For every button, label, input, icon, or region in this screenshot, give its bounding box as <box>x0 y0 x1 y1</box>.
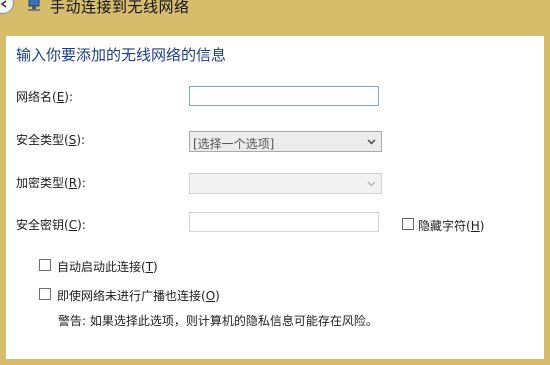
network-name-label: 网络名(E): <box>16 90 74 104</box>
security-type-label: 安全类型(S): <box>16 133 86 147</box>
privacy-warning-text: 警告: 如果选择此选项，则计算机的隐私信息可能存在风险。 <box>58 314 378 328</box>
page-heading: 输入你要添加的无线网络的信息 <box>16 46 227 64</box>
back-arrow-icon <box>0 0 7 8</box>
connect-hidden-network-label[interactable]: 即使网络未进行广播也连接(O) <box>57 287 220 304</box>
auto-connect-checkbox[interactable] <box>39 259 51 271</box>
security-type-value: [选择一个选项] <box>193 137 275 151</box>
chevron-down-icon <box>367 181 376 187</box>
title-bar: 手动连接到无线网络 <box>0 0 550 36</box>
security-type-select[interactable]: [选择一个选项] <box>189 131 382 152</box>
auto-connect-label[interactable]: 自动启动此连接(T) <box>57 258 158 275</box>
window-title: 手动连接到无线网络 <box>50 0 190 16</box>
security-key-input[interactable] <box>189 212 379 232</box>
encryption-type-select[interactable] <box>189 173 382 194</box>
hide-characters-checkbox[interactable] <box>402 218 414 230</box>
encryption-type-label: 加密类型(R): <box>16 176 86 190</box>
network-name-input[interactable] <box>189 86 379 106</box>
dialog-content: 输入你要添加的无线网络的信息 网络名(E): 安全类型(S): [选择一个选项]… <box>6 36 544 359</box>
hide-characters-label[interactable]: 隐藏字符(H) <box>418 217 484 234</box>
connect-hidden-network-checkbox[interactable] <box>39 288 51 300</box>
security-key-label: 安全密钥(C): <box>16 218 86 232</box>
wireless-network-icon <box>28 0 40 11</box>
back-button[interactable] <box>0 0 14 14</box>
chevron-down-icon <box>367 139 376 145</box>
